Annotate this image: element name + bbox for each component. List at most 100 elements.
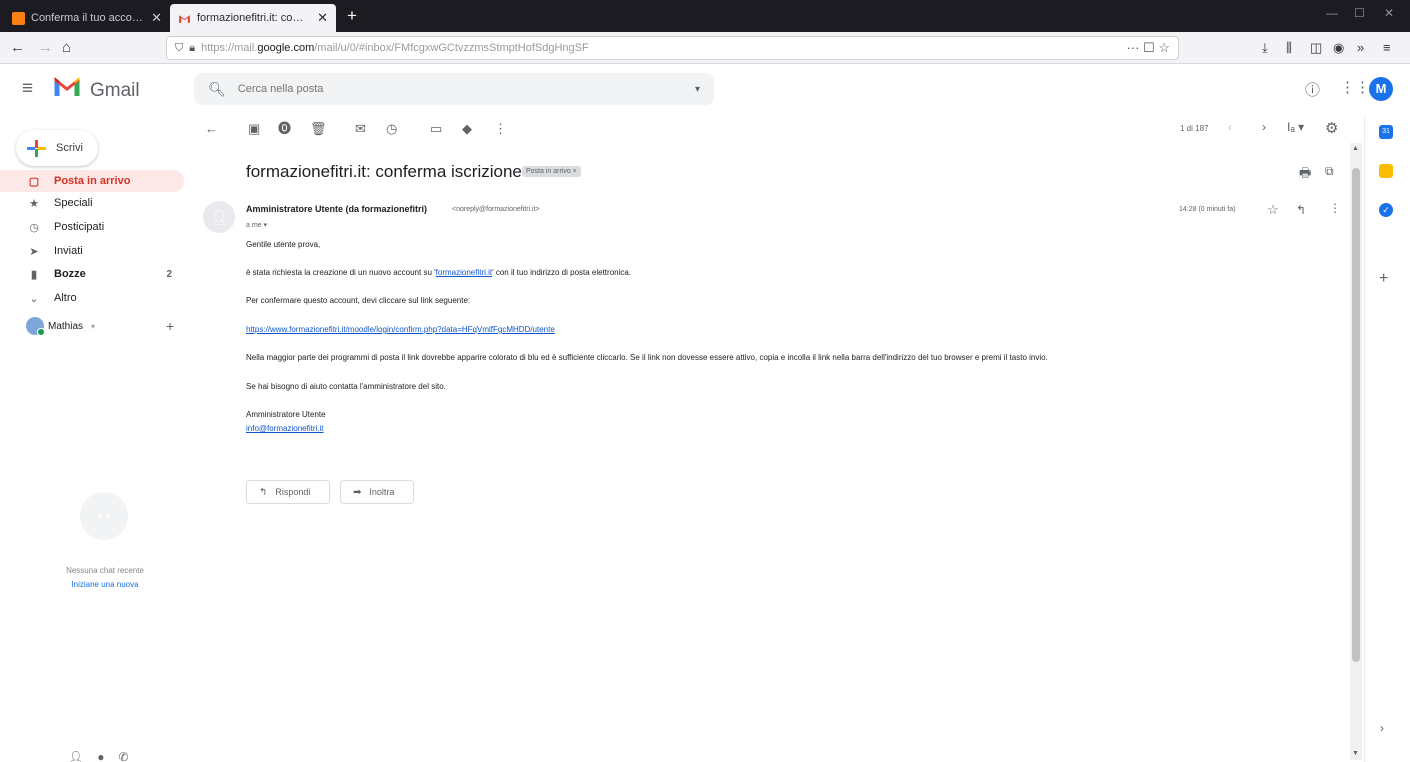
close-window-icon[interactable]: ✕ [1384, 6, 1394, 20]
delete-icon[interactable]: 🗑︎ [310, 120, 327, 138]
compose-plus-icon [26, 138, 46, 158]
page-actions[interactable]: ··· ☐ ☆ [1126, 40, 1170, 56]
new-tab-button[interactable]: + [340, 4, 364, 28]
forward-icon[interactable]: → [38, 38, 53, 58]
sidebar-item-sent[interactable]: ➤ Inviati [0, 240, 184, 262]
tasks-icon[interactable]: ✓ [1379, 203, 1393, 217]
settings-gear-icon[interactable]: ⚙ [1325, 119, 1338, 137]
start-new-chat-link[interactable]: Iniziane una nuova [30, 580, 180, 589]
reply-button[interactable]: ↰ Rispondi [246, 480, 330, 504]
search-input[interactable] [237, 83, 695, 95]
add-addon-plus-icon[interactable]: + [1379, 270, 1388, 288]
sender-avatar: 👤︎ [203, 201, 235, 233]
close-tab-icon[interactable]: ✕ [317, 10, 328, 26]
search-bar[interactable]: 🔍︎ ▾ [194, 73, 714, 105]
snooze-icon[interactable]: ◷ [386, 120, 397, 138]
body-paragraph: https://www.formazionefitri.it/moodle/lo… [246, 325, 555, 334]
browser-tab-conferma[interactable]: Conferma il tuo account ✕ [4, 4, 170, 32]
sidebar-item-label: Altro [54, 292, 77, 304]
tracking-shield-icon[interactable]: ⛉ [175, 42, 183, 55]
sidebar-item-inbox[interactable]: ▢ Posta in arrivo [0, 170, 184, 192]
gmail-logo-text[interactable]: Gmail [90, 80, 140, 102]
hangouts-icon[interactable]: ● [97, 750, 104, 762]
signature-name: Amministratore Utente [246, 410, 326, 419]
help-icon[interactable]: ⓘ [1305, 79, 1320, 100]
body-paragraph: Se hai bisogno di aiuto contatta l'ammin… [246, 382, 446, 391]
newer-chevron-icon[interactable]: ‹ [1228, 120, 1232, 134]
open-new-window-icon[interactable]: ⧉ [1325, 164, 1334, 179]
contacts-icon[interactable]: 👤︎ [68, 750, 83, 762]
scroll-up-icon[interactable]: ▲ [1352, 145, 1359, 152]
body-paragraph: Nella maggior parte dei programmi di pos… [246, 353, 1048, 362]
browser-tab-gmail[interactable]: formazionefitri.it: conferma iscr ✕ [170, 4, 336, 32]
search-icon[interactable]: 🔍︎ [208, 81, 226, 98]
signature-email-link[interactable]: info@formazionefitri.it [246, 424, 323, 433]
back-icon[interactable]: ← [10, 38, 25, 58]
calendar-icon[interactable]: 31 [1379, 125, 1393, 139]
move-to-icon[interactable]: ▭ [430, 120, 442, 138]
forward-button[interactable]: ➡ Inoltra [340, 480, 414, 504]
sender-name[interactable]: Amministratore Utente (da formazionefitr… [246, 204, 427, 214]
star-icon[interactable]: ☆ [1267, 202, 1279, 218]
mark-unread-icon[interactable]: ✉ [355, 120, 366, 138]
url-prefix: https://mail. [201, 42, 258, 54]
forward-label: Inoltra [369, 487, 395, 497]
lock-icon[interactable]: 🔒︎ [189, 42, 195, 55]
gmail-favicon-icon [178, 12, 191, 25]
input-tools-icon[interactable]: Iₐ ▾ [1287, 120, 1304, 134]
no-recent-chats-text: Nessuna chat recente [66, 566, 144, 575]
scrollbar-thumb[interactable] [1352, 168, 1360, 662]
reply-icon[interactable]: ↰ [1296, 203, 1306, 217]
maximize-icon[interactable]: ☐ [1354, 6, 1365, 20]
sidebar-item-more[interactable]: ⌄ Altro [0, 287, 184, 309]
pagination-count: 1 di 187 [1180, 124, 1209, 133]
scroll-down-icon[interactable]: ▼ [1352, 750, 1359, 757]
library-icon[interactable]: ⫼ [1286, 38, 1292, 58]
close-tab-icon[interactable]: ✕ [151, 10, 162, 26]
search-options-icon[interactable]: ▾ [695, 84, 700, 95]
sidebar-toggle-icon[interactable]: ◫ [1310, 38, 1322, 58]
body-paragraph: è stata richiesta la creazione di un nuo… [246, 268, 631, 277]
recipient-details-toggle[interactable]: a me ▾ [246, 221, 267, 229]
gmail-logo-icon[interactable] [52, 71, 82, 101]
archive-icon[interactable]: ▣ [248, 120, 260, 138]
more-vertical-icon[interactable]: ⋮ [1329, 201, 1341, 215]
hangouts-user[interactable]: Mathias ▾ [26, 317, 96, 336]
home-icon[interactable]: ⌂ [62, 38, 71, 58]
more-options-icon[interactable]: ⋮ [494, 120, 507, 138]
sidebar-item-snoozed[interactable]: ◷ Posticipati [0, 216, 184, 238]
back-to-inbox-icon[interactable]: ← [205, 120, 218, 138]
inbox-label-chip[interactable]: Posta in arrivo × [522, 166, 581, 177]
site-link[interactable]: formazionefitri.it [436, 268, 492, 277]
star-icon: ★ [29, 197, 39, 210]
body-paragraph: Per confermare questo account, devi clic… [246, 296, 471, 305]
downloads-icon[interactable]: ⤓ [1262, 38, 1268, 58]
report-spam-icon[interactable]: ⓿ [278, 120, 291, 138]
menu-icon[interactable]: ≡ [1383, 38, 1391, 58]
minimize-icon[interactable]: — [1326, 6, 1338, 20]
keep-icon[interactable] [1379, 164, 1393, 178]
print-icon[interactable]: 🖶︎ [1299, 164, 1311, 186]
new-chat-plus-icon[interactable]: + [166, 318, 174, 334]
sidebar-item-drafts[interactable]: ▮ Bozze 2 [0, 263, 184, 285]
account-icon[interactable]: ◉ [1333, 38, 1344, 58]
compose-label: Scrivi [56, 142, 83, 154]
user-avatar [26, 317, 45, 336]
chevron-down-icon: ▾ [91, 321, 96, 331]
url-bar[interactable]: ⛉ 🔒︎ https://mail. google.com/mail/u/0/#i… [166, 36, 1179, 60]
draft-icon: ▮ [30, 268, 38, 281]
expand-panel-icon[interactable]: › [1380, 721, 1384, 735]
clock-icon: ◷ [29, 221, 39, 234]
older-chevron-icon[interactable]: › [1262, 120, 1266, 134]
compose-button[interactable]: Scrivi [16, 130, 98, 166]
overflow-icon[interactable]: » [1357, 38, 1364, 58]
confirm-link[interactable]: https://www.formazionefitri.it/moodle/lo… [246, 325, 555, 334]
sidebar-item-label: Posta in arrivo [54, 175, 131, 187]
sidebar-item-label: Inviati [54, 245, 83, 257]
url-domain: google.com [257, 42, 315, 54]
main-menu-icon[interactable]: ≡ [22, 78, 33, 100]
phone-icon[interactable]: ✆ [118, 750, 128, 762]
account-avatar[interactable]: M [1369, 77, 1393, 101]
sidebar-item-starred[interactable]: ★ Speciali [0, 192, 184, 214]
label-icon[interactable]: ◆ [462, 120, 472, 138]
